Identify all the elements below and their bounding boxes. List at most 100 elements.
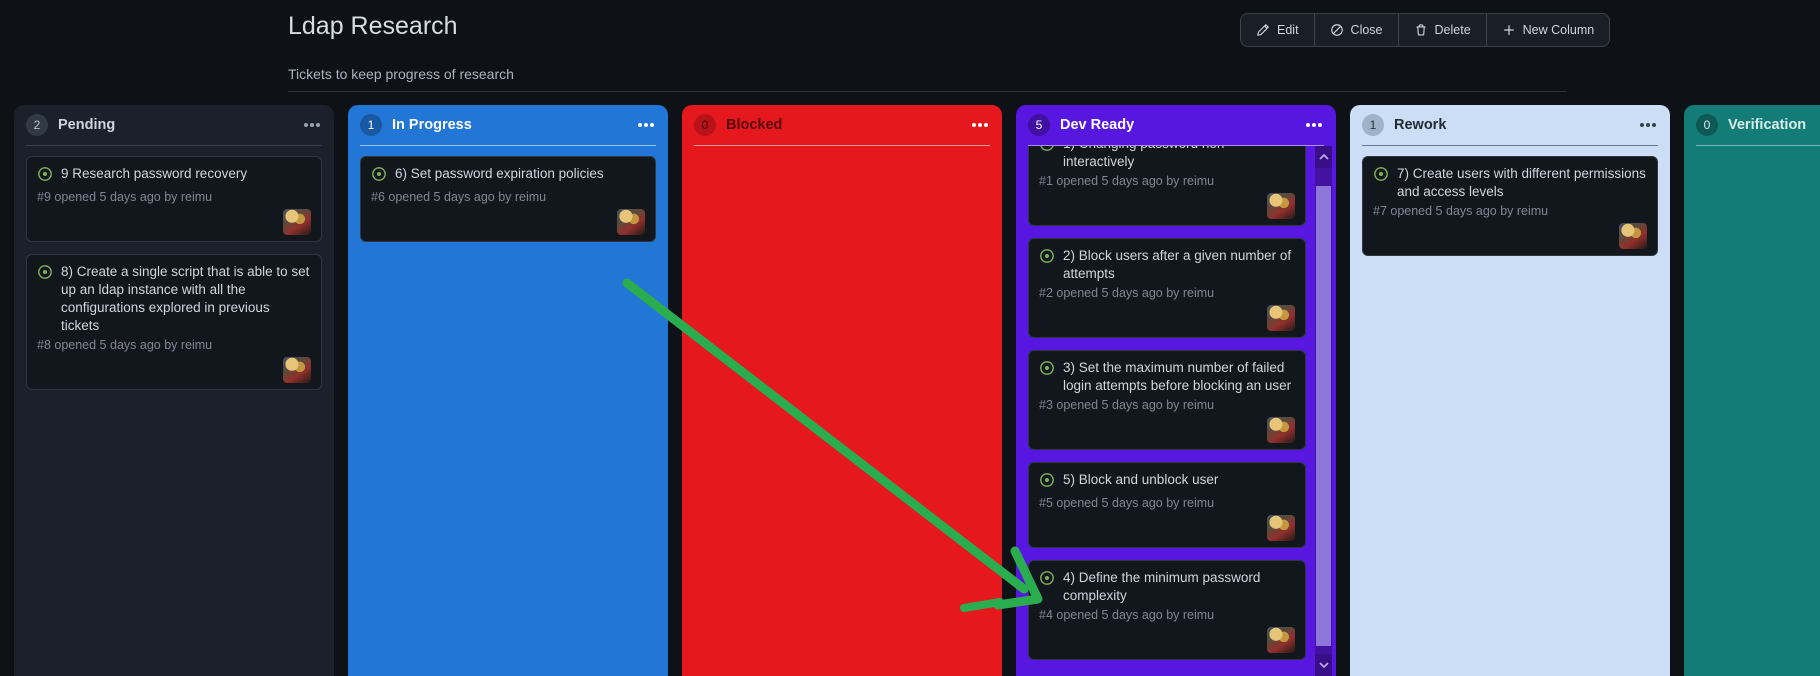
issue-open-icon (1039, 570, 1055, 605)
column-title: Verification (1728, 117, 1807, 133)
cards-list: 7) Create users with different permissio… (1350, 146, 1670, 266)
board-toolbar: Edit Close Delete New Column (1240, 13, 1611, 47)
board: 2 Pending 9 Research password recovery #… (14, 105, 1820, 676)
close-button[interactable]: Close (1313, 14, 1398, 46)
column-dev-ready: 5 Dev Ready 1) Changing password non int… (1016, 105, 1336, 676)
issue-card-6[interactable]: 6) Set password expiration policies #6 o… (360, 156, 656, 242)
issue-title: 3) Set the maximum number of failed logi… (1063, 360, 1292, 393)
cards-list: 6) Set password expiration policies #6 o… (348, 146, 668, 252)
avatar-reimu[interactable] (283, 209, 311, 235)
cards-list: 1) Changing password non interactively #… (1016, 146, 1336, 676)
column-count-badge: 5 (1028, 114, 1050, 136)
page-subtitle: Tickets to keep progress of research (288, 66, 514, 82)
avatar-reimu[interactable] (1267, 515, 1295, 541)
column-count-badge: 0 (694, 114, 716, 136)
issue-meta: #4 opened 5 days ago by reimu (1039, 608, 1215, 622)
new-column-button-label: New Column (1522, 23, 1595, 37)
column-header: 1 In Progress (348, 105, 668, 145)
column-count-badge: 2 (26, 114, 48, 136)
column-header: 2 Pending (14, 105, 334, 145)
issue-card-3[interactable]: 3) Set the maximum number of failed logi… (1028, 350, 1306, 450)
issue-meta: #3 opened 5 days ago by reimu (1039, 398, 1215, 412)
issue-title: 2) Block users after a given number of a… (1063, 248, 1292, 281)
scrollbar-thumb[interactable] (1316, 186, 1331, 646)
column-rework: 1 Rework 7) Create users with different … (1350, 105, 1670, 676)
pencil-icon (1256, 23, 1270, 37)
column-header: 0 Blocked (682, 105, 1002, 145)
issue-meta: #8 opened 5 days ago by reimu (37, 338, 213, 352)
column-count-badge: 1 (360, 114, 382, 136)
column-title: Pending (58, 117, 116, 133)
chevron-up-icon (1318, 154, 1329, 160)
issue-title: 4) Define the minimum password complexit… (1063, 570, 1261, 603)
column-menu-button[interactable] (970, 119, 990, 131)
edit-button-label: Edit (1277, 23, 1299, 37)
column-menu-button[interactable] (636, 119, 656, 131)
delete-button[interactable]: Delete (1397, 14, 1486, 46)
plus-icon (1502, 23, 1516, 37)
column-verification: 0 Verification (1684, 105, 1820, 676)
header-divider (288, 91, 1566, 92)
issue-title: 1) Changing password non interactively (1063, 146, 1224, 169)
issue-meta: #1 opened 5 days ago by reimu (1039, 174, 1215, 188)
column-scrollbar[interactable] (1315, 146, 1332, 676)
column-title: In Progress (392, 117, 472, 133)
avatar-reimu[interactable] (1267, 305, 1295, 331)
new-column-button[interactable]: New Column (1485, 14, 1610, 46)
cards-list: 9 Research password recovery #9 opened 5… (14, 146, 334, 400)
close-button-label: Close (1350, 23, 1383, 37)
issue-open-icon (1039, 146, 1055, 171)
issue-open-icon (1373, 166, 1389, 201)
column-count-badge: 0 (1696, 114, 1718, 136)
avatar-reimu[interactable] (283, 357, 311, 383)
issue-meta: #5 opened 5 days ago by reimu (1039, 496, 1215, 510)
column-menu-button[interactable] (1304, 119, 1324, 131)
column-header: 5 Dev Ready (1016, 105, 1336, 145)
scroll-down-button[interactable] (1315, 654, 1332, 676)
issue-meta: #2 opened 5 days ago by reimu (1039, 286, 1215, 300)
avatar-reimu[interactable] (617, 209, 645, 235)
circle-slash-icon (1330, 23, 1344, 37)
kanban-app: Ldap Research Tickets to keep progress o… (0, 0, 1820, 676)
cards-list (682, 146, 1002, 166)
issue-card-9[interactable]: 9 Research password recovery #9 opened 5… (26, 156, 322, 242)
column-header: 1 Rework (1350, 105, 1670, 145)
column-title: Dev Ready (1060, 117, 1135, 133)
delete-button-label: Delete (1434, 23, 1471, 37)
issue-meta: #9 opened 5 days ago by reimu (37, 190, 213, 204)
issue-card-8[interactable]: 8) Create a single script that is able t… (26, 254, 322, 390)
issue-title: 5) Block and unblock user (1063, 472, 1219, 487)
avatar-reimu[interactable] (1267, 193, 1295, 219)
avatar-reimu[interactable] (1267, 627, 1295, 653)
issue-meta: #7 opened 5 days ago by reimu (1373, 204, 1549, 218)
column-title: Blocked (726, 117, 783, 133)
issue-open-icon (1039, 360, 1055, 395)
avatar-reimu[interactable] (1267, 417, 1295, 443)
column-blocked: 0 Blocked (682, 105, 1002, 676)
column-menu-button[interactable] (1638, 119, 1658, 131)
issue-open-icon (371, 166, 387, 187)
issue-open-icon (37, 166, 53, 187)
column-in-progress: 1 In Progress 6) Set password expiration… (348, 105, 668, 676)
avatar-reimu[interactable] (1619, 223, 1647, 249)
edit-button[interactable]: Edit (1241, 14, 1314, 46)
issue-card-7[interactable]: 7) Create users with different permissio… (1362, 156, 1658, 256)
column-pending: 2 Pending 9 Research password recovery #… (14, 105, 334, 676)
issue-card-5[interactable]: 5) Block and unblock user #5 opened 5 da… (1028, 462, 1306, 548)
page-title: Ldap Research (288, 12, 458, 40)
chevron-down-icon (1318, 662, 1329, 668)
scroll-up-button[interactable] (1315, 146, 1332, 168)
issue-card-4[interactable]: 4) Define the minimum password complexit… (1028, 560, 1306, 660)
issue-title: 8) Create a single script that is able t… (61, 264, 310, 333)
issue-title: 9 Research password recovery (61, 166, 248, 181)
trash-icon (1414, 23, 1428, 37)
issue-meta: #6 opened 5 days ago by reimu (371, 190, 547, 204)
issue-card-1[interactable]: 1) Changing password non interactively #… (1028, 146, 1306, 226)
cards-list (1684, 146, 1820, 166)
issue-open-icon (37, 264, 53, 335)
column-header: 0 Verification (1684, 105, 1820, 145)
issue-title: 6) Set password expiration policies (395, 166, 604, 181)
column-menu-button[interactable] (302, 119, 322, 131)
issue-title: 7) Create users with different permissio… (1397, 166, 1646, 199)
issue-card-2[interactable]: 2) Block users after a given number of a… (1028, 238, 1306, 338)
